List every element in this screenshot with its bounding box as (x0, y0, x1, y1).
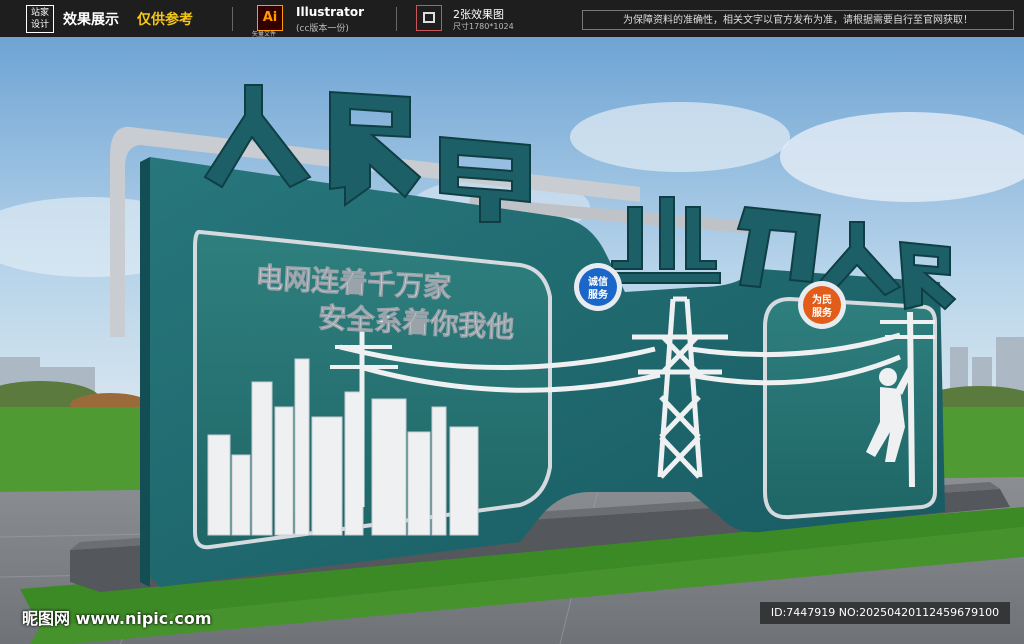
badge-people-line2: 服务 (812, 306, 833, 319)
image-icon (416, 5, 442, 31)
divider (232, 7, 233, 31)
software-name: Illustrator (296, 5, 365, 19)
top-info-bar: 站家 设计 效果展示 仅供参考 Ai 矢量文件 Illustrator (cc版… (0, 0, 1024, 38)
sign-panel-edge (140, 157, 150, 587)
logo-text-1: 站家 (30, 8, 49, 18)
badge-people-line1: 为民 (812, 293, 832, 306)
sign-render-scene: 电网连着千万家 安全系着你我他 诚信 服务 为民 服务 人 民 电 业 为 人 … (0, 37, 1024, 644)
title-reference-only: 仅供参考 (137, 12, 193, 28)
badge-integrity-line1: 诚信 (588, 275, 608, 288)
image-id-watermark: ID:7447919 NO:20250420112459679100 (760, 602, 1010, 624)
divider (396, 7, 397, 31)
brand-logo: 站家 设计 (26, 5, 54, 33)
picture-count: 2张效果图 (453, 8, 504, 21)
notice-text: 为保障资料的准确性，相关文字以官方发布为准，请根据需要自行至官网获取！ (582, 10, 1014, 30)
site-watermark: 昵图网 www.nipic.com (22, 609, 212, 628)
illustrator-icon: Ai (257, 5, 283, 31)
logo-text-2: 设计 (30, 20, 49, 30)
software-version: (cc版本一份) (296, 24, 349, 34)
cloud (570, 102, 790, 172)
picture-size: 尺寸1780*1024 (453, 22, 514, 31)
badge-integrity-line2: 服务 (588, 288, 609, 301)
title-effect-display: 效果展示 (63, 12, 119, 28)
